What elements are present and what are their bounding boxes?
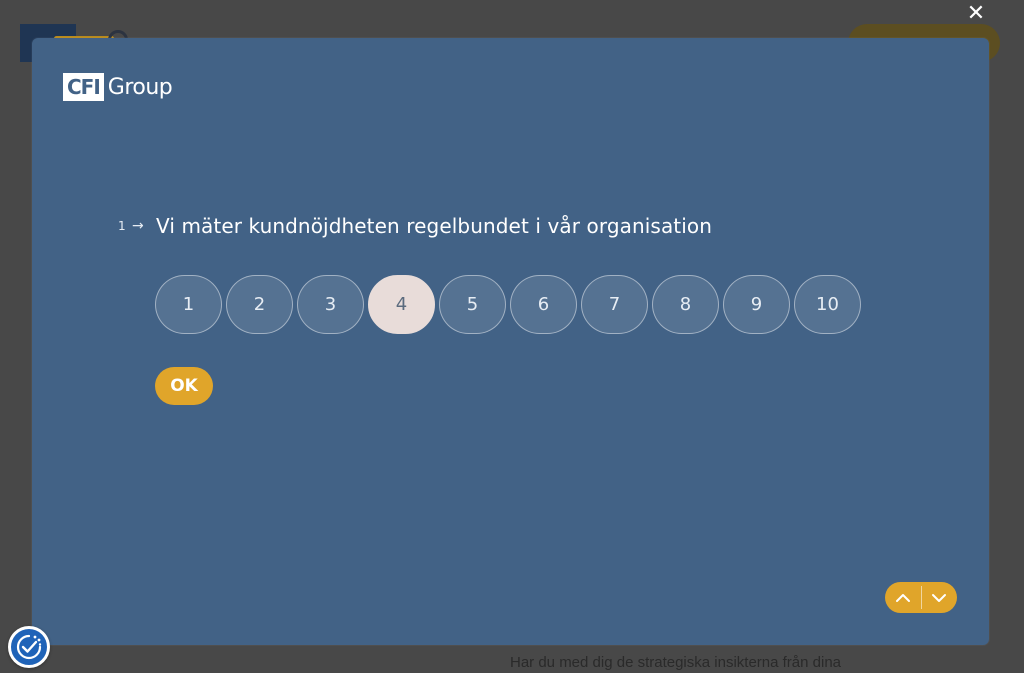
chevron-down-icon[interactable] (921, 582, 957, 613)
rating-option-1[interactable]: 1 (155, 275, 222, 334)
rating-option-10[interactable]: 10 (794, 275, 861, 334)
ok-button[interactable]: OK (155, 367, 213, 405)
rating-option-4[interactable]: 4 (368, 275, 435, 334)
close-icon[interactable]: ✕ (964, 2, 988, 26)
rating-option-3[interactable]: 3 (297, 275, 364, 334)
rating-option-2[interactable]: 2 (226, 275, 293, 334)
rating-option-8[interactable]: 8 (652, 275, 719, 334)
rating-option-5[interactable]: 5 (439, 275, 506, 334)
question-navigation (885, 582, 957, 613)
brand-logo-box: CFI (63, 73, 104, 101)
question: 1 → Vi mäter kundnöjdheten regelbundet i… (118, 214, 712, 238)
chevron-up-icon[interactable] (885, 582, 921, 613)
question-number: 1 (118, 219, 126, 233)
background-text: Har du med dig de strategiska insikterna… (510, 654, 842, 671)
survey-modal: CFI Group 1 → Vi mäter kundnöjdheten reg… (32, 38, 989, 645)
rating-option-9[interactable]: 9 (723, 275, 790, 334)
arrow-right-icon: → (132, 218, 144, 234)
question-text: Vi mäter kundnöjdheten regelbundet i vår… (156, 214, 713, 238)
rating-scale: 1 2 3 4 5 6 7 8 9 10 (155, 275, 861, 334)
rating-option-7[interactable]: 7 (581, 275, 648, 334)
rating-option-6[interactable]: 6 (510, 275, 577, 334)
accessibility-icon[interactable] (8, 626, 50, 668)
brand-logo-word: Group (107, 74, 173, 100)
brand-logo: CFI Group (63, 73, 173, 101)
